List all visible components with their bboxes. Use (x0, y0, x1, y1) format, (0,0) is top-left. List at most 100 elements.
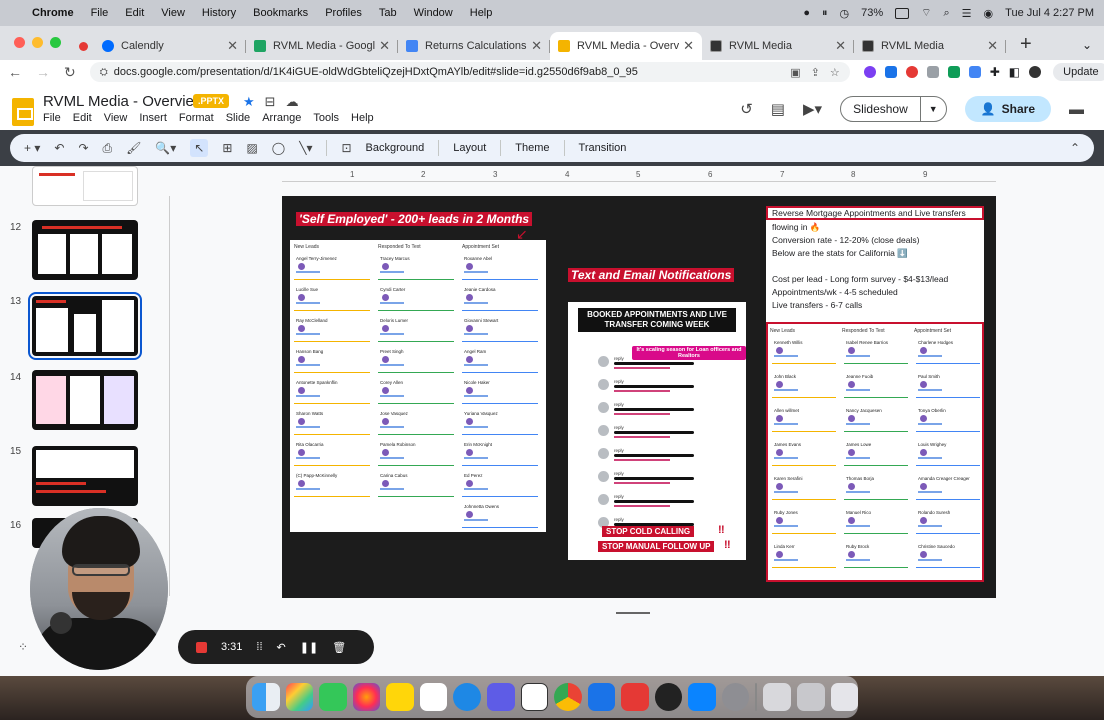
tab-rvml-media-1[interactable]: RVML Media ✕ (702, 32, 854, 60)
lead-card[interactable]: Hanson Bang (292, 347, 372, 375)
star-icon[interactable]: ★ (243, 94, 255, 110)
stop-recording-button[interactable] (196, 641, 207, 653)
maximize-window-button[interactable] (50, 37, 61, 48)
select-pointer-icon[interactable]: ↖ (190, 139, 209, 157)
lead-card[interactable]: Carina Cabus (376, 471, 456, 499)
share-button[interactable]: 👤 Share (964, 96, 1051, 122)
layout-button[interactable]: Layout (453, 142, 486, 154)
webcam-overlay[interactable] (30, 508, 168, 670)
slide-thumbnail-15[interactable] (32, 446, 138, 506)
undo-icon[interactable]: ↶ (54, 141, 64, 155)
notifications-screenshot[interactable]: BOOKED APPOINTMENTS AND LIVE TRANSFER CO… (568, 302, 746, 560)
lead-card[interactable]: Linda Kerr (770, 542, 838, 570)
shape-icon[interactable]: ◯ (272, 141, 285, 155)
lead-card[interactable]: Preet Singh (376, 347, 456, 375)
docs-menu-file[interactable]: File (43, 112, 61, 124)
menu-app-name[interactable]: Chrome (32, 7, 74, 19)
slideshow-button[interactable]: Slideshow ▼ (840, 96, 947, 122)
share-page-icon[interactable]: ⇪ (811, 66, 820, 79)
document-title[interactable]: RVML Media - Overview (43, 93, 205, 110)
bookmark-star-icon[interactable]: ☆ (830, 66, 840, 79)
slide-thumbnail-12[interactable] (32, 220, 138, 280)
document-thumbnail-icon[interactable] (763, 683, 791, 711)
clock-status-icon[interactable]: ◷ (840, 7, 850, 20)
lead-card[interactable]: Jose Vasquez (376, 409, 456, 437)
system-preferences-icon[interactable] (721, 683, 750, 711)
recorder-app-icon[interactable] (621, 683, 649, 711)
lead-card[interactable]: Rolando Suresh (914, 508, 982, 536)
menu-help[interactable]: Help (470, 7, 493, 19)
lead-card[interactable]: Amanda Creager Creager (914, 474, 982, 502)
minimize-window-button[interactable] (32, 37, 43, 48)
lead-card[interactable]: Antonette Spanknflin (292, 378, 372, 406)
close-tab-icon[interactable]: ✕ (531, 38, 542, 54)
docs-menu-slide[interactable]: Slide (226, 112, 250, 124)
lead-card[interactable]: Deloris Lumer (376, 316, 456, 344)
menu-profiles[interactable]: Profiles (325, 7, 362, 19)
lead-card[interactable]: Paul Smith (914, 372, 982, 400)
transition-button[interactable]: Transition (579, 142, 627, 154)
leads-board-screenshot[interactable]: New Leads Responded To Text Appointment … (290, 240, 546, 532)
lead-card[interactable]: Lucille Sue (292, 285, 372, 313)
settings-gear-icon[interactable] (486, 683, 515, 711)
lead-card[interactable]: Giovanni Stewart (460, 316, 540, 344)
lead-card[interactable]: Pamela Robinson (376, 440, 456, 468)
downloads-stack-icon[interactable] (797, 683, 825, 711)
delete-recording-icon[interactable]: 🗑 (332, 641, 346, 654)
slide-thumbnail-13[interactable] (28, 292, 142, 360)
side-panel-icon[interactable]: ◧ (1009, 65, 1020, 79)
docs-menu-insert[interactable]: Insert (139, 112, 167, 124)
profile-avatar[interactable] (1029, 66, 1042, 78)
tab-returns-calculations[interactable]: Returns Calculations!! - G✕ (398, 32, 550, 60)
forward-arrow-icon[interactable]: → (36, 64, 50, 80)
remote-desktop-icon[interactable] (587, 683, 616, 711)
menu-datetime[interactable]: Tue Jul 4 2:27 PM (1005, 7, 1094, 19)
app-store-icon[interactable] (688, 683, 716, 711)
menu-history[interactable]: History (202, 7, 236, 19)
lead-card[interactable]: Nicole Haker (460, 378, 540, 406)
zoom-icon[interactable]: 🔍▾ (155, 141, 176, 155)
slide-scroll-handle[interactable] (616, 612, 650, 614)
add-comment-icon[interactable]: ⊡ (341, 141, 351, 155)
camera-icon[interactable]: ▣ (790, 66, 800, 79)
slides-logo-icon[interactable] (12, 98, 34, 126)
lead-card[interactable]: Ray McClelland (292, 316, 372, 344)
image-icon[interactable]: ▨ (246, 141, 257, 155)
control-center-icon[interactable]: ☰ (962, 7, 972, 20)
menu-edit[interactable]: Edit (125, 7, 144, 19)
url-field[interactable]: ⛭ docs.google.com/presentation/d/1K4iGUE… (89, 62, 850, 82)
reverse-mortgage-board-screenshot[interactable]: New Leads Responded To Text Appointment … (766, 322, 984, 582)
lead-card[interactable]: Ruby Jones (770, 508, 838, 536)
background-button[interactable]: Background (366, 142, 425, 154)
slideshow-label[interactable]: Slideshow (841, 102, 920, 116)
lead-card[interactable]: James Lowe (842, 440, 910, 468)
notion-icon[interactable] (520, 683, 549, 711)
lead-card[interactable]: Angel Terry-Jimenez (292, 254, 372, 282)
close-tab-icon[interactable]: ✕ (835, 38, 846, 54)
update-button[interactable]: Update (1053, 63, 1104, 81)
battery-icon[interactable] (895, 7, 910, 19)
menu-window[interactable]: Window (414, 7, 453, 19)
extensions-puzzle-icon[interactable]: ✚ (990, 65, 1000, 79)
extension-heart-icon[interactable] (863, 66, 876, 78)
docs-menu-format[interactable]: Format (179, 112, 214, 124)
lead-card[interactable]: Thomas Borja (842, 474, 910, 502)
menu-bookmarks[interactable]: Bookmarks (253, 7, 308, 19)
slide-heading-self-employed[interactable]: 'Self Employed' - 200+ leads in 2 Months (296, 212, 533, 226)
close-tab-icon[interactable]: ✕ (987, 38, 998, 54)
lead-card[interactable]: Louis Wrighey (914, 440, 982, 468)
safari-icon[interactable] (453, 683, 481, 711)
search-icon[interactable]: ⌕ (943, 7, 949, 20)
tab-search-chevron-icon[interactable]: ⌄ (1082, 38, 1092, 52)
obs-icon[interactable] (654, 683, 683, 711)
menu-tab[interactable]: Tab (379, 7, 397, 19)
restart-icon[interactable]: ↶ (277, 641, 286, 654)
lead-card[interactable]: Erin McKnight (460, 440, 540, 468)
cloud-saved-icon[interactable]: ☁ (286, 94, 299, 110)
menu-file[interactable]: File (91, 7, 109, 19)
text-box-icon[interactable]: ⊞ (222, 141, 232, 155)
url-text[interactable]: docs.google.com/presentation/d/1K4iGUE-o… (114, 66, 638, 78)
lead-card[interactable]: Isabel Renee Barrios (842, 338, 910, 366)
lead-card[interactable]: Nancy Jacquesen (842, 406, 910, 434)
docs-menu-edit[interactable]: Edit (73, 112, 92, 124)
